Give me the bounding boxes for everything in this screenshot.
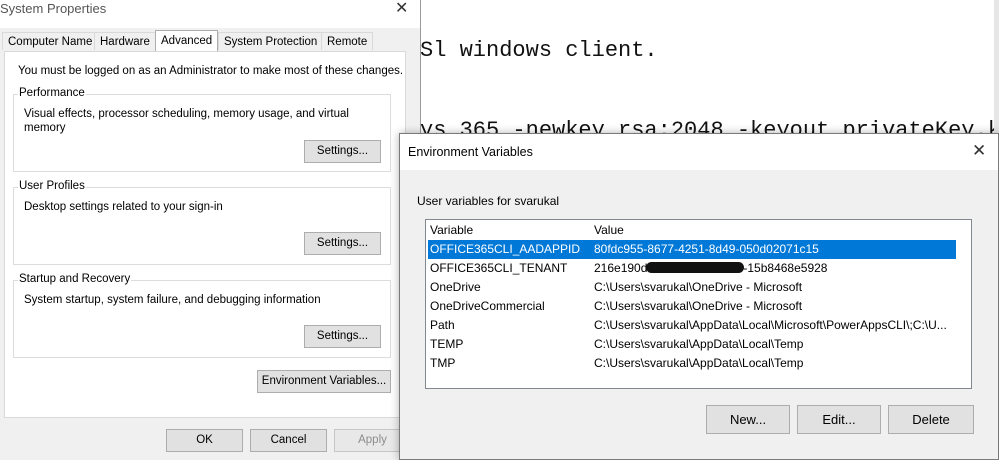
- table-row[interactable]: TEMP C:\Users\svarukal\AppData\Local\Tem…: [428, 335, 956, 354]
- table-row[interactable]: Path C:\Users\svarukal\AppData\Local\Mic…: [428, 316, 956, 335]
- window-title: System Properties: [0, 1, 107, 16]
- dialog-title: Environment Variables: [408, 145, 533, 159]
- tab-remote[interactable]: Remote: [321, 32, 374, 50]
- user-profiles-settings-button[interactable]: Settings...: [304, 232, 381, 255]
- table-row[interactable]: TMP C:\Users\svarukal\AppData\Local\Temp: [428, 354, 956, 373]
- redaction-mark: [646, 262, 745, 273]
- ok-button[interactable]: OK: [166, 429, 243, 452]
- table-row[interactable]: OFFICE365CLI_AADAPPID 80fdc955-8677-4251…: [428, 240, 956, 259]
- close-icon[interactable]: ✕: [395, 0, 408, 17]
- tab-system-protection[interactable]: System Protection: [218, 32, 324, 50]
- column-header-value[interactable]: Value: [594, 223, 624, 237]
- startup-recovery-description: System startup, system failure, and debu…: [24, 294, 321, 306]
- user-variables-list[interactable]: Variable Value OFFICE365CLI_AADAPPID 80f…: [425, 219, 972, 389]
- variable-value: C:\Users\svarukal\AppData\Local\Temp: [594, 337, 804, 351]
- table-row[interactable]: OneDrive C:\Users\svarukal\OneDrive - Mi…: [428, 278, 956, 297]
- tab-advanced[interactable]: Advanced: [155, 30, 219, 52]
- variable-name: OneDriveCommercial: [430, 299, 545, 313]
- system-properties-titlebar[interactable]: System Properties ✕: [0, 0, 420, 28]
- variable-name: OFFICE365CLI_TENANT: [430, 261, 568, 275]
- variable-value: C:\Users\svarukal\OneDrive - Microsoft: [594, 299, 803, 313]
- variable-value: C:\Users\svarukal\AppData\Local\Temp: [594, 356, 804, 370]
- close-icon[interactable]: ✕: [972, 141, 986, 161]
- variable-value: C:\Users\svarukal\OneDrive - Microsoft: [594, 280, 803, 294]
- variable-value: 216e190d -15b8468e5928: [594, 259, 827, 278]
- list-header: Variable Value: [426, 220, 971, 239]
- environment-variables-titlebar[interactable]: Environment Variables ✕: [400, 134, 998, 170]
- table-row[interactable]: OneDriveCommercial C:\Users\svarukal\One…: [428, 297, 956, 316]
- user-variables-label: User variables for svarukal: [417, 194, 560, 208]
- variable-value: 80fdc955-8677-4251-8d49-050d02071c15: [594, 242, 819, 256]
- startup-recovery-settings-button[interactable]: Settings...: [304, 325, 381, 348]
- performance-description: Visual effects, processor scheduling, me…: [24, 108, 349, 134]
- user-profiles-label: User Profiles: [18, 180, 86, 192]
- table-row[interactable]: OFFICE365CLI_TENANT 216e190d -15b8468e592…: [428, 259, 956, 278]
- value-prefix: 216e190d: [594, 261, 648, 275]
- cancel-button[interactable]: Cancel: [250, 429, 327, 452]
- performance-label: Performance: [18, 87, 86, 99]
- environment-variables-dialog: Environment Variables ✕ User variables f…: [399, 133, 999, 460]
- admin-notice: You must be logged on as an Administrato…: [18, 65, 404, 77]
- variable-name: TEMP: [430, 337, 464, 351]
- variable-name: TMP: [430, 356, 456, 370]
- tab-hardware[interactable]: Hardware: [94, 32, 156, 50]
- performance-settings-button[interactable]: Settings...: [304, 140, 381, 163]
- variable-name: Path: [430, 318, 455, 332]
- tab-strip: Computer Name Hardware Advanced System P…: [0, 30, 420, 52]
- column-header-variable[interactable]: Variable: [430, 223, 473, 237]
- new-variable-button[interactable]: New...: [706, 405, 790, 434]
- tab-computer-name[interactable]: Computer Name: [2, 32, 99, 50]
- variable-name: OFFICE365CLI_AADAPPID: [430, 242, 581, 256]
- startup-recovery-label: Startup and Recovery: [18, 273, 132, 285]
- edit-variable-button[interactable]: Edit...: [797, 405, 881, 434]
- terminal-line-1: Sl windows client.: [420, 38, 658, 63]
- environment-variables-button[interactable]: Environment Variables...: [257, 370, 391, 393]
- value-suffix: -15b8468e5928: [743, 261, 828, 275]
- system-properties-window: System Properties ✕ Computer Name Hardwa…: [0, 0, 421, 460]
- variable-value: C:\Users\svarukal\AppData\Local\Microsof…: [594, 318, 947, 332]
- delete-variable-button[interactable]: Delete: [888, 405, 974, 434]
- user-profiles-description: Desktop settings related to your sign-in: [24, 201, 223, 213]
- variable-name: OneDrive: [430, 280, 481, 294]
